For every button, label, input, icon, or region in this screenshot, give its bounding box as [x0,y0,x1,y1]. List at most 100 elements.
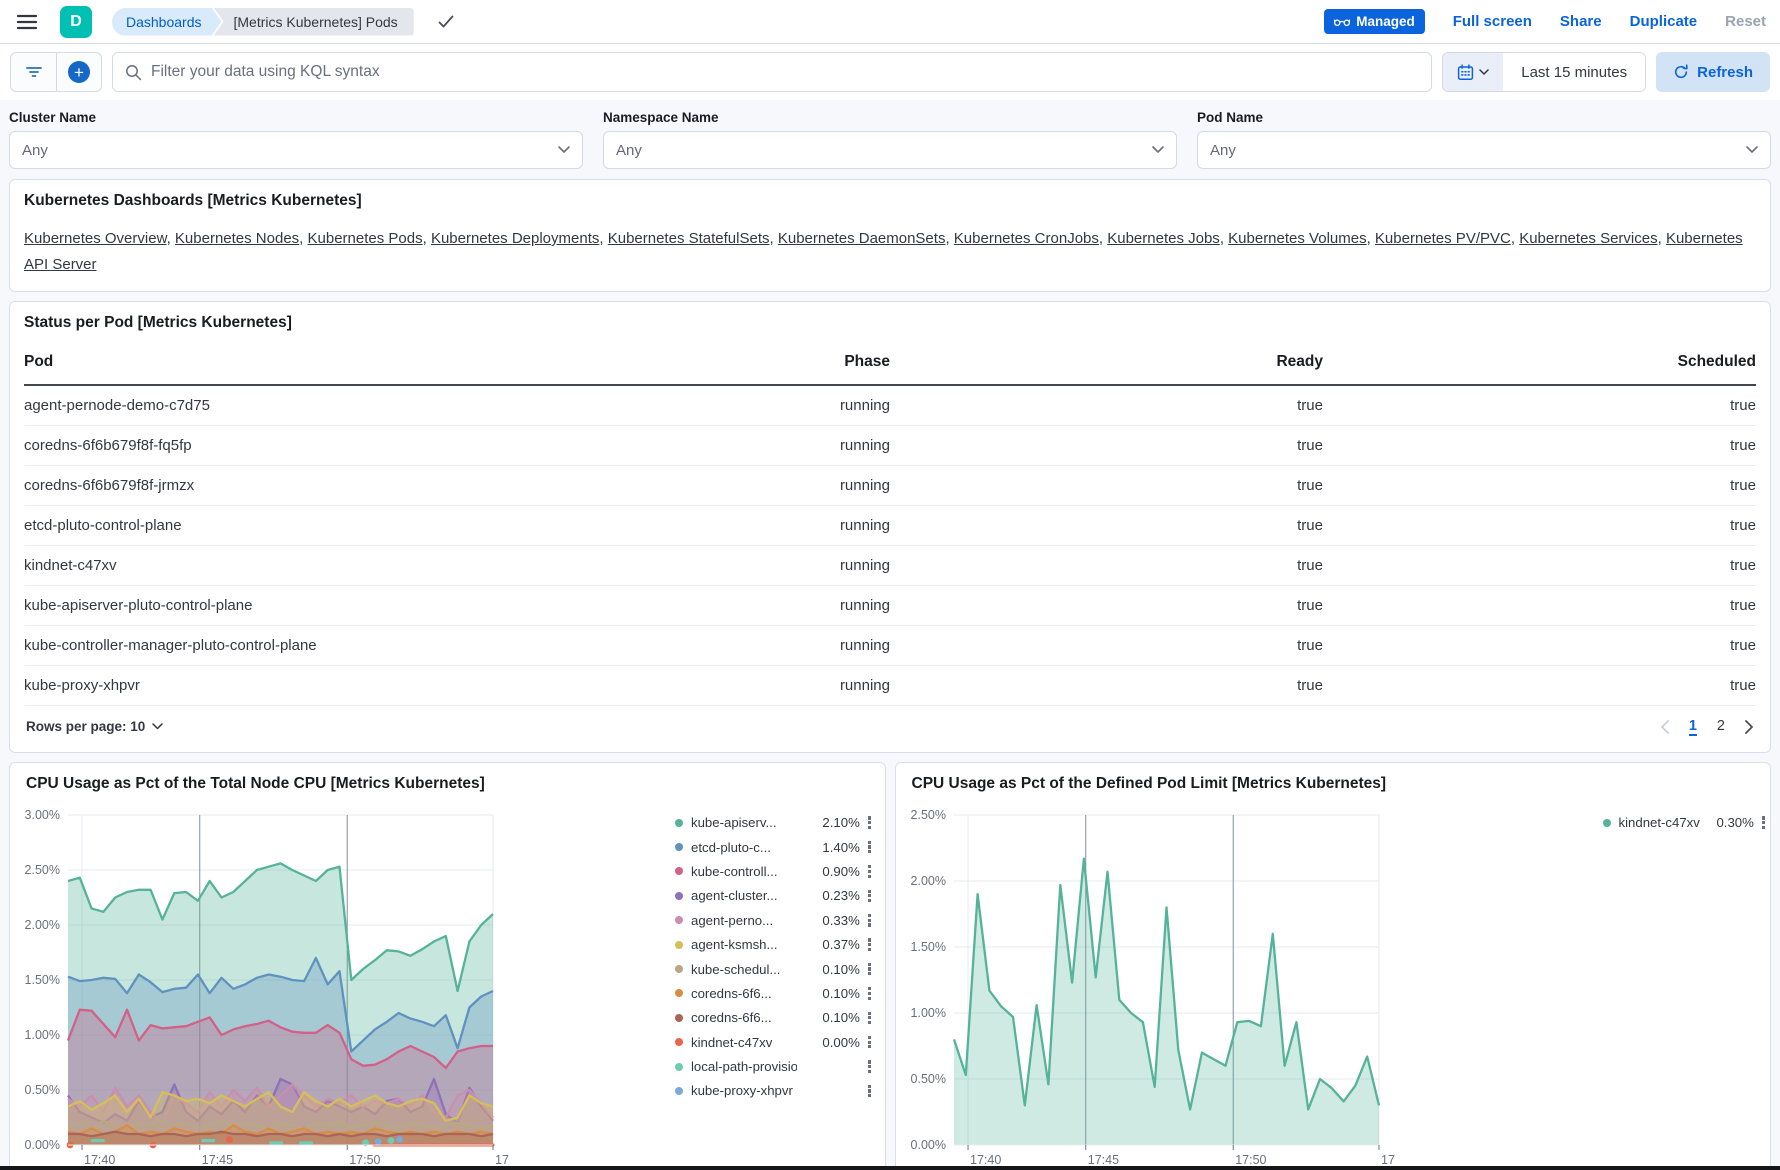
legend-item[interactable]: kindnet-c47xv0.30% [1603,811,1766,835]
legend-series-value: 0.90% [786,864,860,879]
legend-actions-icon[interactable] [868,987,871,1000]
table-row: kube-apiserver-pluto-control-planerunnin… [24,585,1756,625]
managed-badge[interactable]: Managed [1324,9,1425,34]
dashboard-link[interactable]: Kubernetes StatefulSets [608,230,770,247]
legend-actions-icon[interactable] [868,938,871,951]
legend-item[interactable]: local-path-provision... [675,1054,871,1078]
legend-series-label: etcd-pluto-c... [691,840,771,855]
dashboard-link[interactable]: Kubernetes Deployments [431,230,599,247]
dashboard-link[interactable]: Kubernetes Services [1519,230,1657,247]
app-logo[interactable]: D [60,6,92,38]
next-page-button[interactable] [1745,720,1754,734]
legend-series-value: 0.33% [781,913,860,928]
previous-page-button[interactable] [1660,720,1669,734]
dashboard-link[interactable]: Kubernetes DaemonSets [778,230,946,247]
legend-item[interactable]: coredns-6f6...0.10% [675,1006,871,1030]
legend-series-value: 0.10% [780,1010,860,1025]
legend-series-value: 0.10% [780,986,860,1001]
kql-search-bar[interactable] [112,52,1432,92]
legend-series-value: 0.37% [786,937,860,952]
filter-menu-button[interactable] [11,53,56,91]
column-header-phase[interactable]: Phase [578,338,890,385]
full-screen-button[interactable]: Full screen [1453,13,1532,30]
column-header-pod[interactable]: Pod [24,338,578,385]
legend-actions-icon[interactable] [1762,816,1765,829]
page-button-1[interactable]: 1 [1689,718,1697,736]
dashboard-link[interactable]: Kubernetes CronJobs [954,230,1099,247]
legend-item[interactable]: kube-schedul...0.10% [675,957,871,981]
breadcrumb-dashboards[interactable]: Dashboards [112,8,222,36]
duplicate-button[interactable]: Duplicate [1630,13,1698,30]
legend-actions-icon[interactable] [868,890,871,903]
time-range-value[interactable]: Last 15 minutes [1503,53,1645,91]
legend-item[interactable]: agent-ksmsh...0.37% [675,932,871,956]
legend-item[interactable]: kube-apiserv...2.10% [675,811,871,835]
chevron-right-icon [1745,720,1754,734]
legend-series-dot [675,1063,683,1071]
cluster-name-select[interactable]: Any [9,131,583,169]
pod-name-cell: kube-proxy-xhpvr [24,665,578,705]
refresh-button[interactable]: Refresh [1656,52,1770,92]
pod-name-select[interactable]: Any [1197,131,1771,169]
dashboard-controls: Cluster Name Any Namespace Name Any Pod … [9,110,1771,169]
legend-item[interactable]: agent-perno...0.33% [675,908,871,932]
chart-legend: kube-apiserv...2.10%etcd-pluto-c...1.40%… [675,793,871,1104]
legend-actions-icon[interactable] [868,841,871,854]
add-filter-button[interactable]: + [56,53,101,91]
namespace-name-select[interactable]: Any [603,131,1177,169]
legend-actions-icon[interactable] [868,1036,871,1049]
dashboard-link[interactable]: Kubernetes PV/PVC [1375,230,1511,247]
column-header-scheduled[interactable]: Scheduled [1323,338,1756,385]
legend-actions-icon[interactable] [868,963,871,976]
status-cell: true [890,425,1323,465]
legend-item[interactable]: etcd-pluto-c...1.40% [675,835,871,859]
table-row: agent-pernode-demo-c7d75runningtruetrue [24,385,1756,426]
dashboard-links: Kubernetes Overview, Kubernetes Nodes, K… [24,226,1756,279]
chart-legend: kindnet-c47xv0.30% [1603,793,1766,835]
legend-actions-icon[interactable] [868,1060,871,1073]
svg-text:17:45: 17:45 [1087,1153,1118,1167]
svg-text:2.00%: 2.00% [910,874,945,888]
legend-item[interactable]: kube-controll...0.90% [675,859,871,883]
column-header-ready[interactable]: Ready [890,338,1323,385]
svg-text:1.50%: 1.50% [910,940,945,954]
rows-per-page-button[interactable]: Rows per page: 10 [26,719,163,734]
legend-series-label: kindnet-c47xv [691,1035,772,1050]
legend-actions-icon[interactable] [868,1012,871,1025]
page-button-2[interactable]: 2 [1717,718,1725,736]
reset-button[interactable]: Reset [1725,13,1766,30]
table-row: etcd-pluto-control-planerunningtruetrue [24,505,1756,545]
menu-icon[interactable] [14,9,40,35]
svg-text:17:50: 17:50 [1235,1153,1266,1167]
kql-search-input[interactable] [151,63,1419,81]
legend-actions-icon[interactable] [868,914,871,927]
legend-series-dot [675,1038,683,1046]
legend-series-label: kindnet-c47xv [1619,815,1700,830]
table-row: coredns-6f6b679f8f-fq5fprunningtruetrue [24,425,1756,465]
dashboard-link[interactable]: Kubernetes Volumes [1228,230,1366,247]
legend-series-value: 2.10% [785,815,860,830]
saved-check-icon[interactable] [438,15,454,28]
legend-series-value: 0.00% [780,1035,859,1050]
share-button[interactable]: Share [1560,13,1602,30]
control-cluster-name: Cluster Name Any [9,110,583,169]
refresh-icon [1673,64,1689,80]
calendar-dropdown-button[interactable] [1443,53,1503,91]
control-namespace-name: Namespace Name Any [603,110,1177,169]
legend-item[interactable]: agent-cluster...0.23% [675,884,871,908]
breadcrumb: Dashboards [Metrics Kubernetes] Pods [112,8,414,36]
legend-actions-icon[interactable] [868,1085,871,1098]
legend-actions-icon[interactable] [868,816,871,829]
control-label: Namespace Name [603,110,1177,125]
legend-item[interactable]: coredns-6f6...0.10% [675,981,871,1005]
dashboard-link[interactable]: Kubernetes Overview [24,230,167,247]
svg-text:1.50%: 1.50% [25,973,60,987]
dashboard-link[interactable]: Kubernetes Pods [308,230,423,247]
legend-actions-icon[interactable] [868,865,871,878]
legend-item[interactable]: kindnet-c47xv 0.00% [675,1030,871,1054]
dashboard-link[interactable]: Kubernetes Jobs [1107,230,1220,247]
dashboard-link[interactable]: Kubernetes Nodes [175,230,299,247]
legend-item[interactable]: kube-proxy-xhpvr [675,1079,871,1103]
legend-series-label: agent-cluster... [691,888,778,903]
svg-text:1.00%: 1.00% [910,1006,945,1020]
